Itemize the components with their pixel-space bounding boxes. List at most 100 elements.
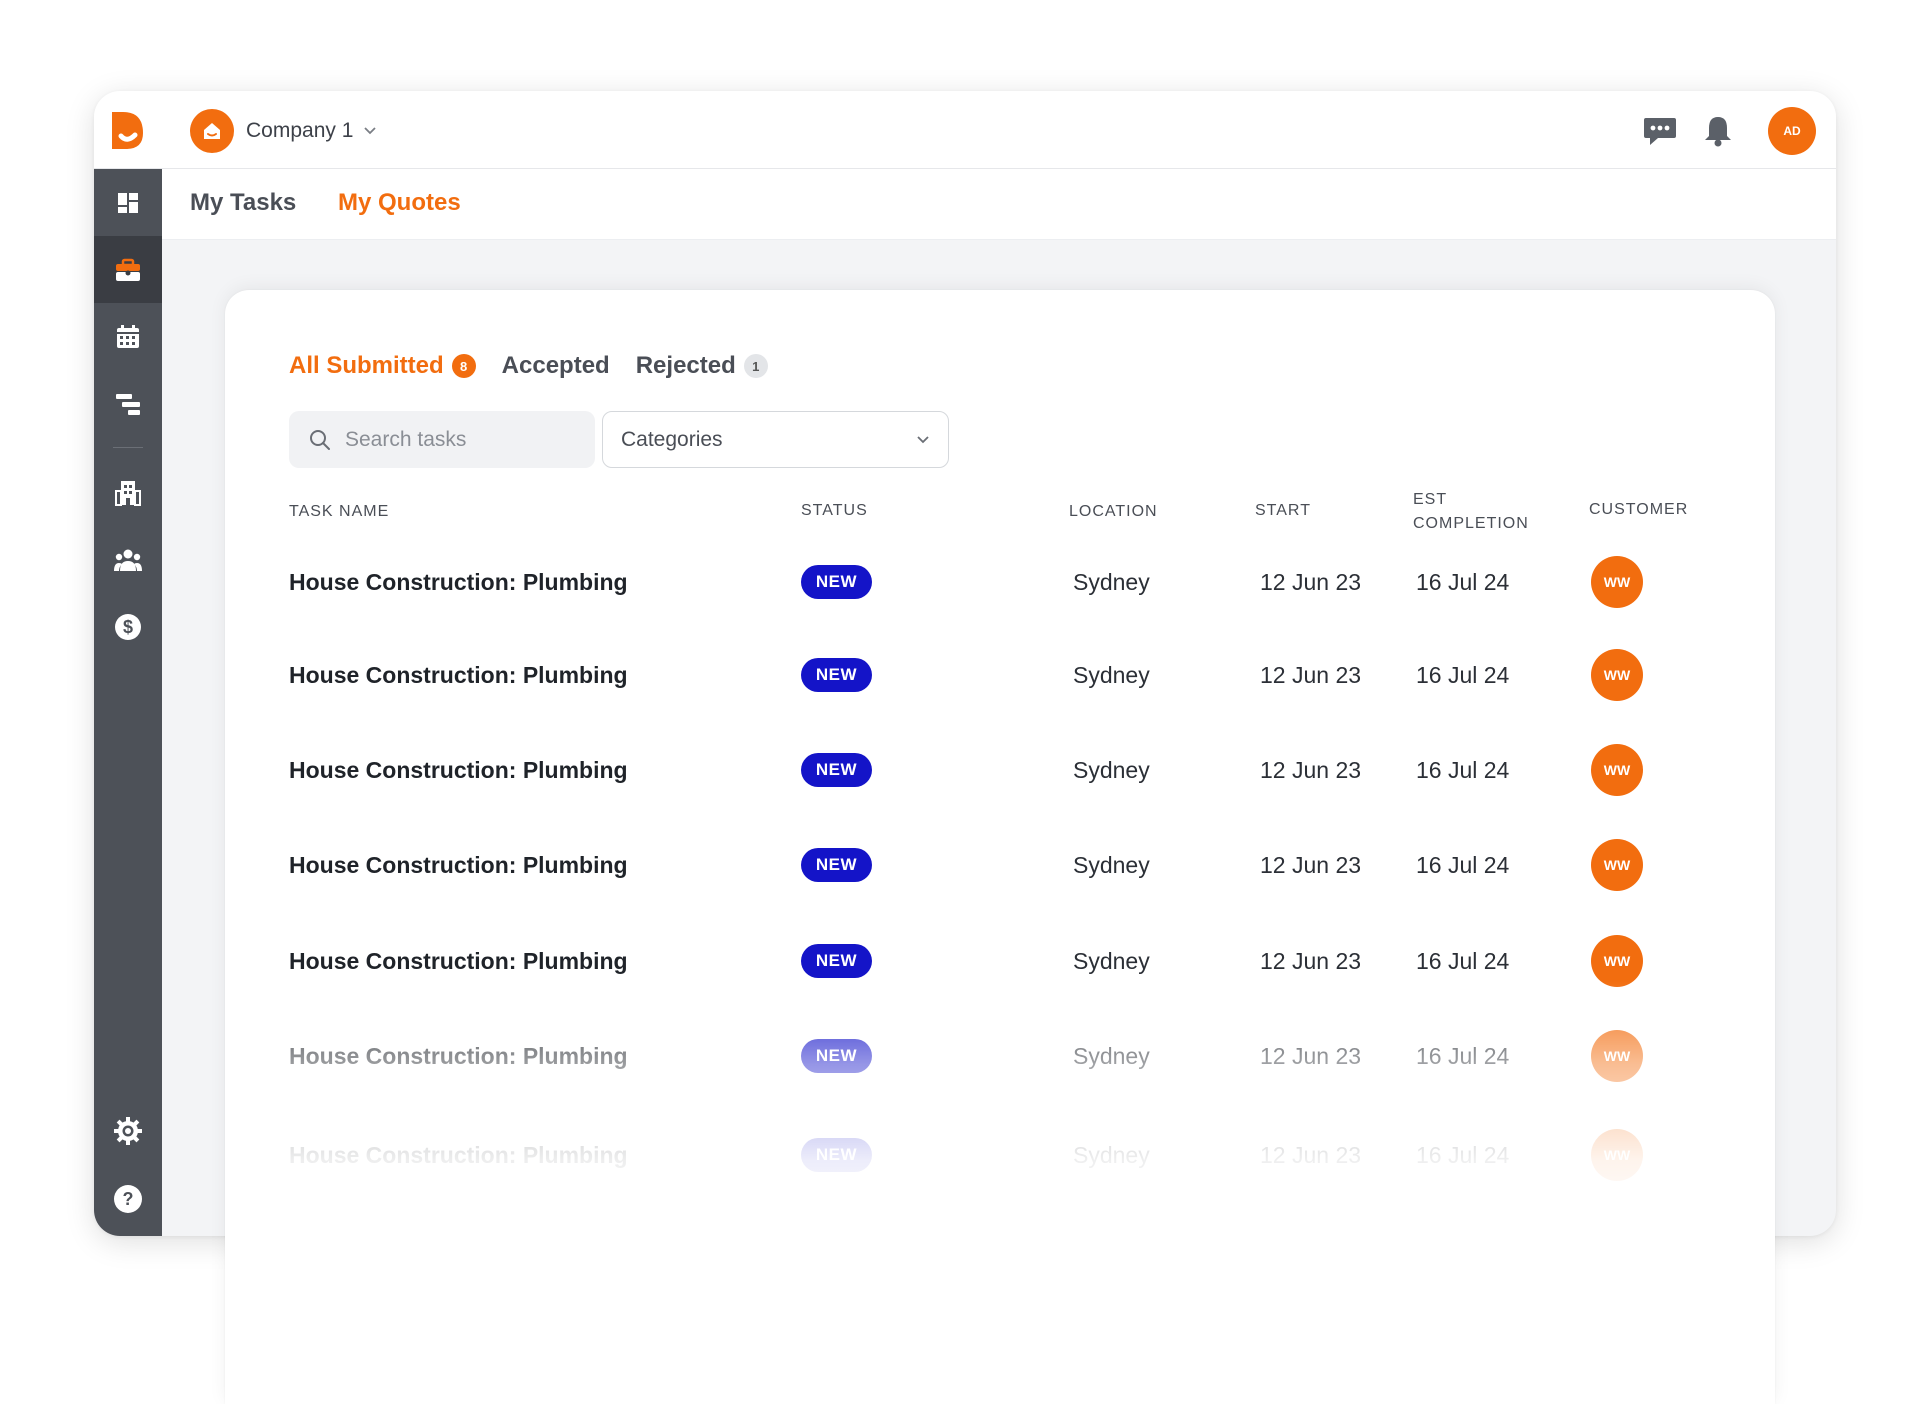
sidebar-item-settings[interactable] [94,1097,162,1164]
settings-icon [114,1116,142,1145]
team-icon [114,549,142,571]
completion-date: 16 Jul 24 [1416,1042,1510,1069]
tab-label: Accepted [501,352,610,379]
table-row[interactable]: House Construction: Plumbing NEW Sydney … [225,830,1775,900]
sidebar-item-finance[interactable]: $ [94,593,162,660]
tab-accepted[interactable]: Accepted [502,352,610,380]
sidebar-item-team[interactable] [94,526,162,593]
categories-dropdown[interactable]: Categories [602,411,949,468]
completion-date: 16 Jul 24 [1416,661,1510,688]
customer-avatar[interactable]: WW [1591,839,1643,891]
start-date: 12 Jun 23 [1260,1042,1362,1069]
task-name[interactable]: House Construction: Plumbing [289,1142,628,1169]
status-badge: NEW [801,848,872,882]
task-name[interactable]: House Construction: Plumbing [289,757,628,784]
tab-label: Rejected [635,352,736,379]
location: Sydney [1073,756,1150,783]
table-row[interactable]: House Construction: Plumbing NEW Sydney … [225,547,1775,617]
location: Sydney [1073,1042,1150,1069]
column-header-start[interactable]: START [1255,502,1311,520]
user-avatar[interactable]: AD [1768,107,1816,155]
column-header-task-name[interactable]: TASK NAME [289,503,389,521]
task-name[interactable]: House Construction: Plumbing [289,662,628,689]
subnav: My Tasks My Quotes [162,169,1836,240]
column-header-customer[interactable]: CUSTOMER [1589,501,1688,519]
location: Sydney [1073,851,1150,878]
completion-date: 16 Jul 24 [1416,947,1510,974]
location: Sydney [1073,568,1150,595]
tab-my-quotes[interactable]: My Quotes [338,189,461,217]
tab-my-tasks[interactable]: My Tasks [190,189,296,217]
company-switcher[interactable]: Company 1 [190,109,377,153]
status-badge: NEW [801,753,872,787]
tab-all-submitted[interactable]: All Submitted 8 [289,352,476,380]
sidebar-item-timeline[interactable] [94,370,162,437]
customer-avatar[interactable]: WW [1591,744,1643,796]
start-date: 12 Jun 23 [1260,851,1362,878]
search-icon [310,429,330,450]
status-badge: NEW [801,658,872,692]
help-icon: ? [114,1184,142,1213]
column-header-line: COMPLETION [1413,515,1529,532]
customer-avatar[interactable]: WW [1591,935,1643,987]
chevron-down-icon [363,124,377,138]
svg-text:$: $ [123,617,133,637]
quotes-card: All Submitted 8 Accepted Rejected 1 Cate… [225,290,1775,1404]
count-badge: 1 [743,354,768,378]
table-row[interactable]: House Construction: Plumbing NEW Sydney … [225,640,1775,710]
categories-label: Categories [621,427,723,451]
tab-label: All Submitted [289,352,444,379]
count-badge: 8 [451,354,476,378]
column-header-location[interactable]: LOCATION [1069,503,1158,521]
task-name[interactable]: House Construction: Plumbing [289,852,628,879]
start-date: 12 Jun 23 [1260,1141,1362,1168]
status-badge: NEW [801,565,872,599]
timeline-icon [116,393,140,415]
table-row[interactable]: House Construction: Plumbing NEW Sydney … [225,1021,1775,1091]
building-icon [115,480,141,506]
completion-date: 16 Jul 24 [1416,756,1510,783]
start-date: 12 Jun 23 [1260,756,1362,783]
chevron-down-icon [917,435,929,443]
sidebar: $ ? [94,169,162,1236]
status-badge: NEW [801,1039,872,1073]
sidebar-item-companies[interactable] [94,459,162,526]
status-badge: NEW [801,1138,872,1172]
company-name: Company 1 [246,119,354,142]
dashboard-icon [118,192,138,213]
svg-text:?: ? [123,1189,134,1209]
column-header-line: EST [1413,491,1448,508]
filter-tabs: All Submitted 8 Accepted Rejected 1 [289,352,794,380]
location: Sydney [1073,947,1150,974]
customer-avatar[interactable]: WW [1591,556,1643,608]
table-row[interactable]: House Construction: Plumbing NEW Sydney … [225,926,1775,996]
column-header-est-completion[interactable]: EST COMPLETION [1413,488,1529,536]
brand-logo[interactable] [109,109,145,151]
calendar-icon [117,324,139,348]
location: Sydney [1073,1141,1150,1168]
search-input[interactable] [345,427,585,452]
location: Sydney [1073,661,1150,688]
start-date: 12 Jun 23 [1260,661,1362,688]
task-name[interactable]: House Construction: Plumbing [289,948,628,975]
customer-avatar[interactable]: WW [1591,1030,1643,1082]
chat-icon[interactable] [1642,113,1678,149]
top-bar: Company 1 AD [94,91,1836,169]
task-name[interactable]: House Construction: Plumbing [289,569,628,596]
completion-date: 16 Jul 24 [1416,851,1510,878]
task-name[interactable]: House Construction: Plumbing [289,1043,628,1070]
tab-rejected[interactable]: Rejected 1 [636,352,768,380]
column-header-status[interactable]: STATUS [801,502,868,520]
completion-date: 16 Jul 24 [1416,1141,1510,1168]
start-date: 12 Jun 23 [1260,947,1362,974]
sidebar-item-help[interactable]: ? [94,1165,162,1232]
briefcase-icon [116,258,140,281]
table-row[interactable]: House Construction: Plumbing NEW Sydney … [225,1120,1775,1190]
sidebar-item-dashboard[interactable] [94,169,162,236]
sidebar-item-quotes[interactable] [94,236,162,303]
customer-avatar[interactable]: WW [1591,1129,1643,1181]
bell-icon[interactable] [1700,113,1736,149]
table-row[interactable]: House Construction: Plumbing NEW Sydney … [225,735,1775,805]
sidebar-item-calendar[interactable] [94,303,162,370]
customer-avatar[interactable]: WW [1591,649,1643,701]
